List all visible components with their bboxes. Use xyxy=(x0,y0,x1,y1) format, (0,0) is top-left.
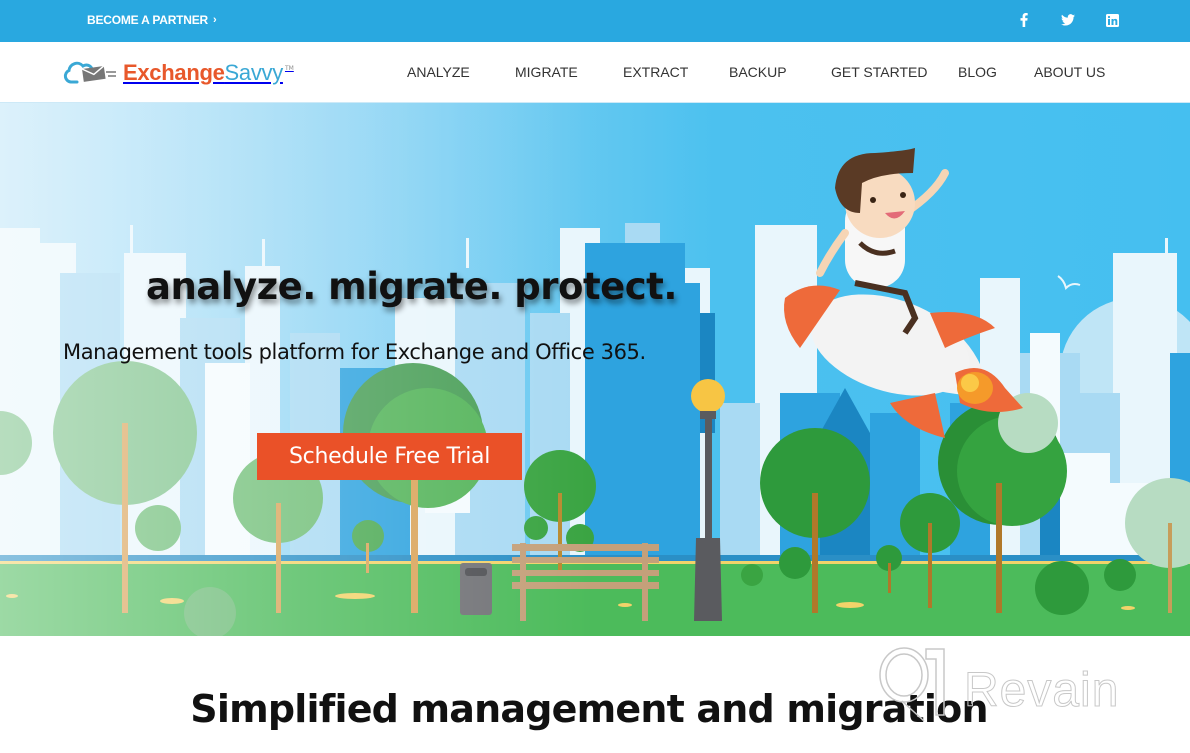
social-links xyxy=(1016,11,1120,29)
linkedin-link[interactable] xyxy=(1104,11,1120,29)
nav-about-us[interactable]: ABOUT US xyxy=(1034,64,1105,80)
hero-section: analyze. migrate. protect. Management to… xyxy=(0,103,1190,636)
linkedin-icon xyxy=(1105,13,1119,27)
chevron-right-icon: › xyxy=(213,14,217,26)
twitter-icon xyxy=(1061,14,1075,26)
nav-get-started[interactable]: GET STARTED xyxy=(831,64,927,80)
nav-migrate[interactable]: MIGRATE xyxy=(515,64,578,80)
hero-title: analyze. migrate. protect. xyxy=(146,265,677,308)
main-nav: ANALYZE MIGRATE EXTRACT BACKUP GET START… xyxy=(0,64,1190,84)
site-header: ExchangeSavvy TM ANALYZE MIGRATE EXTRACT… xyxy=(0,42,1190,103)
become-partner-label: BECOME A PARTNER xyxy=(87,13,209,27)
hero-subtitle: Management tools platform for Exchange a… xyxy=(63,340,646,364)
twitter-link[interactable] xyxy=(1060,11,1076,29)
schedule-free-trial-button[interactable]: Schedule Free Trial xyxy=(257,433,522,480)
section-title-text: Simplified management and migration xyxy=(190,687,988,731)
nav-blog[interactable]: BLOG xyxy=(958,64,997,80)
facebook-icon xyxy=(1020,13,1028,27)
nav-analyze[interactable]: ANALYZE xyxy=(407,64,470,80)
city-park-illustration xyxy=(0,148,1190,636)
facebook-link[interactable] xyxy=(1016,11,1032,29)
top-bar: BECOME A PARTNER › xyxy=(0,0,1190,42)
become-partner-link[interactable]: BECOME A PARTNER › xyxy=(87,13,217,27)
section-title: Simplified management and migration xyxy=(0,687,1190,731)
nav-extract[interactable]: EXTRACT xyxy=(623,64,688,80)
nav-backup[interactable]: BACKUP xyxy=(729,64,787,80)
